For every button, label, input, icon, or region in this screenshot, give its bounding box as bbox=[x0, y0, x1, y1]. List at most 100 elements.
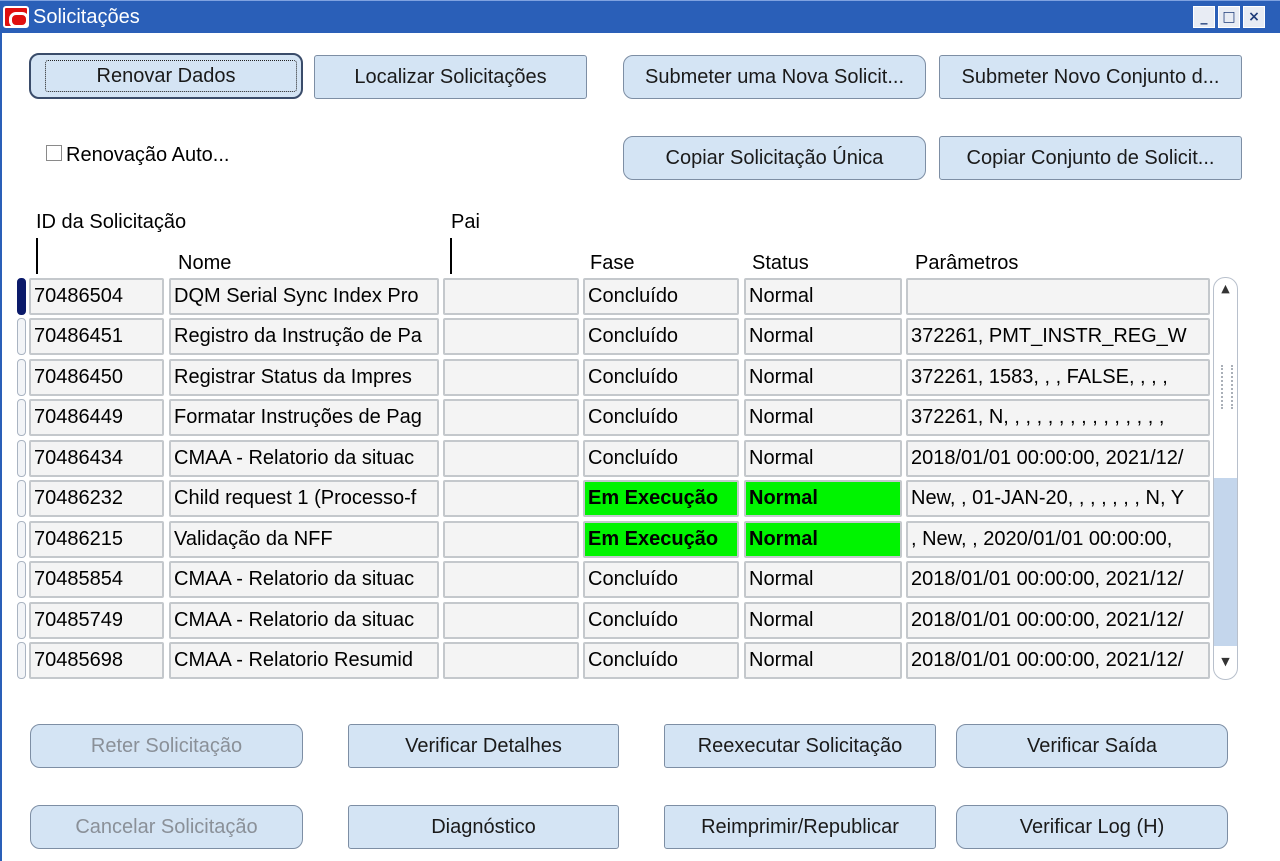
status-cell[interactable]: Normal bbox=[744, 561, 902, 598]
scroll-down-icon[interactable]: ▼ bbox=[1214, 651, 1237, 673]
parameters-cell[interactable]: , New, , 2020/01/01 00:00:00, bbox=[906, 521, 1210, 558]
status-cell[interactable]: Normal bbox=[744, 480, 902, 517]
auto-refresh-label: Renovação Auto... bbox=[66, 144, 230, 166]
resize-grip-icon[interactable] bbox=[1221, 365, 1233, 409]
phase-cell[interactable]: Concluído bbox=[583, 642, 739, 679]
phase-cell[interactable]: Em Execução bbox=[583, 480, 739, 517]
parent-cell[interactable] bbox=[443, 359, 579, 396]
row-indicator[interactable] bbox=[17, 278, 26, 315]
request-id-cell[interactable]: 70485854 bbox=[29, 561, 164, 598]
status-cell[interactable]: Normal bbox=[744, 642, 902, 679]
submit-new-request-button[interactable]: Submeter uma Nova Solicit... bbox=[623, 55, 926, 99]
row-indicator[interactable] bbox=[17, 561, 26, 598]
auto-refresh-checkbox[interactable] bbox=[46, 145, 62, 161]
reprint-republish-button[interactable]: Reimprimir/Republicar bbox=[664, 805, 936, 849]
find-requests-button[interactable]: Localizar Solicitações bbox=[314, 55, 587, 99]
name-cell[interactable]: CMAA - Relatorio da situac bbox=[169, 602, 439, 639]
view-details-button[interactable]: Verificar Detalhes bbox=[348, 724, 619, 768]
request-id-cell[interactable]: 70486504 bbox=[29, 278, 164, 315]
oracle-icon bbox=[3, 6, 29, 28]
status-cell[interactable]: Normal bbox=[744, 440, 902, 477]
request-id-cell[interactable]: 70486450 bbox=[29, 359, 164, 396]
phase-cell[interactable]: Concluído bbox=[583, 318, 739, 355]
header-phase: Fase bbox=[590, 252, 635, 274]
status-cell[interactable]: Normal bbox=[744, 399, 902, 436]
name-cell[interactable]: CMAA - Relatorio Resumid bbox=[169, 642, 439, 679]
copy-request-set-button[interactable]: Copiar Conjunto de Solicit... bbox=[939, 136, 1242, 180]
parent-cell[interactable] bbox=[443, 440, 579, 477]
row-indicator[interactable] bbox=[17, 521, 26, 558]
name-cell[interactable]: Child request 1 (Processo-f bbox=[169, 480, 439, 517]
name-cell[interactable]: CMAA - Relatorio da situac bbox=[169, 440, 439, 477]
minimize-icon[interactable]: _ bbox=[1193, 6, 1215, 28]
row-indicator[interactable] bbox=[17, 399, 26, 436]
phase-cell[interactable]: Concluído bbox=[583, 278, 739, 315]
phase-cell[interactable]: Em Execução bbox=[583, 521, 739, 558]
phase-cell[interactable]: Concluído bbox=[583, 561, 739, 598]
parameters-cell[interactable]: 2018/01/01 00:00:00, 2021/12/ bbox=[906, 440, 1210, 477]
copy-single-request-button[interactable]: Copiar Solicitação Única bbox=[623, 136, 926, 180]
parameters-cell[interactable]: 2018/01/01 00:00:00, 2021/12/ bbox=[906, 561, 1210, 598]
parent-cell[interactable] bbox=[443, 642, 579, 679]
maximize-icon[interactable]: □ bbox=[1218, 6, 1240, 28]
diagnostics-button[interactable]: Diagnóstico bbox=[348, 805, 619, 849]
parent-cell[interactable] bbox=[443, 399, 579, 436]
parameters-cell[interactable]: New, , 01-JAN-20, , , , , , , N, Y bbox=[906, 480, 1210, 517]
parameters-cell[interactable]: 372261, N, , , , , , , , , , , , , , , bbox=[906, 399, 1210, 436]
status-cell[interactable]: Normal bbox=[744, 521, 902, 558]
status-cell[interactable]: Normal bbox=[744, 602, 902, 639]
row-indicator[interactable] bbox=[17, 440, 26, 477]
header-separator bbox=[450, 238, 452, 274]
request-id-cell[interactable]: 70485698 bbox=[29, 642, 164, 679]
parameters-cell[interactable] bbox=[906, 278, 1210, 315]
row-indicator[interactable] bbox=[17, 318, 26, 355]
name-cell[interactable]: Validação da NFF bbox=[169, 521, 439, 558]
request-id-cell[interactable]: 70486215 bbox=[29, 521, 164, 558]
title-bar: Solicitações _ □ × bbox=[0, 0, 1280, 33]
window-title: Solicitações bbox=[33, 6, 140, 28]
row-indicator[interactable] bbox=[17, 642, 26, 679]
parent-cell[interactable] bbox=[443, 521, 579, 558]
parameters-cell[interactable]: 2018/01/01 00:00:00, 2021/12/ bbox=[906, 602, 1210, 639]
scroll-up-icon[interactable]: ▲ bbox=[1214, 278, 1237, 300]
parameters-cell[interactable]: 372261, 1583, , , FALSE, , , , bbox=[906, 359, 1210, 396]
status-cell[interactable]: Normal bbox=[744, 318, 902, 355]
parameters-cell[interactable]: 2018/01/01 00:00:00, 2021/12/ bbox=[906, 642, 1210, 679]
parent-cell[interactable] bbox=[443, 278, 579, 315]
request-id-cell[interactable]: 70486451 bbox=[29, 318, 164, 355]
parent-cell[interactable] bbox=[443, 561, 579, 598]
request-id-cell[interactable]: 70485749 bbox=[29, 602, 164, 639]
phase-cell[interactable]: Concluído bbox=[583, 602, 739, 639]
cancel-request-button[interactable]: Cancelar Solicitação bbox=[30, 805, 303, 849]
request-id-cell[interactable]: 70486449 bbox=[29, 399, 164, 436]
view-log-button[interactable]: Verificar Log (H) bbox=[956, 805, 1228, 849]
phase-cell[interactable]: Concluído bbox=[583, 359, 739, 396]
request-id-cell[interactable]: 70486232 bbox=[29, 480, 164, 517]
parent-cell[interactable] bbox=[443, 602, 579, 639]
parent-cell[interactable] bbox=[443, 318, 579, 355]
row-indicator[interactable] bbox=[17, 480, 26, 517]
header-status: Status bbox=[752, 252, 809, 274]
name-cell[interactable]: Formatar Instruções de Pag bbox=[169, 399, 439, 436]
close-icon[interactable]: × bbox=[1243, 6, 1265, 28]
name-cell[interactable]: CMAA - Relatorio da situac bbox=[169, 561, 439, 598]
hold-request-button[interactable]: Reter Solicitação bbox=[30, 724, 303, 768]
status-cell[interactable]: Normal bbox=[744, 359, 902, 396]
parameters-cell[interactable]: 372261, PMT_INSTR_REG_W bbox=[906, 318, 1210, 355]
row-indicator[interactable] bbox=[17, 602, 26, 639]
rerun-request-button[interactable]: Reexecutar Solicitação bbox=[664, 724, 936, 768]
row-indicator[interactable] bbox=[17, 359, 26, 396]
name-cell[interactable]: DQM Serial Sync Index Pro bbox=[169, 278, 439, 315]
scrollbar-thumb[interactable] bbox=[1214, 478, 1237, 646]
status-cell[interactable]: Normal bbox=[744, 278, 902, 315]
header-parameters: Parâmetros bbox=[915, 252, 1019, 274]
request-id-cell[interactable]: 70486434 bbox=[29, 440, 164, 477]
refresh-data-button[interactable]: Renovar Dados bbox=[29, 53, 303, 99]
phase-cell[interactable]: Concluído bbox=[583, 399, 739, 436]
view-output-button[interactable]: Verificar Saída bbox=[956, 724, 1228, 768]
name-cell[interactable]: Registrar Status da Impres bbox=[169, 359, 439, 396]
submit-new-request-set-button[interactable]: Submeter Novo Conjunto d... bbox=[939, 55, 1242, 99]
phase-cell[interactable]: Concluído bbox=[583, 440, 739, 477]
parent-cell[interactable] bbox=[443, 480, 579, 517]
name-cell[interactable]: Registro da Instrução de Pa bbox=[169, 318, 439, 355]
